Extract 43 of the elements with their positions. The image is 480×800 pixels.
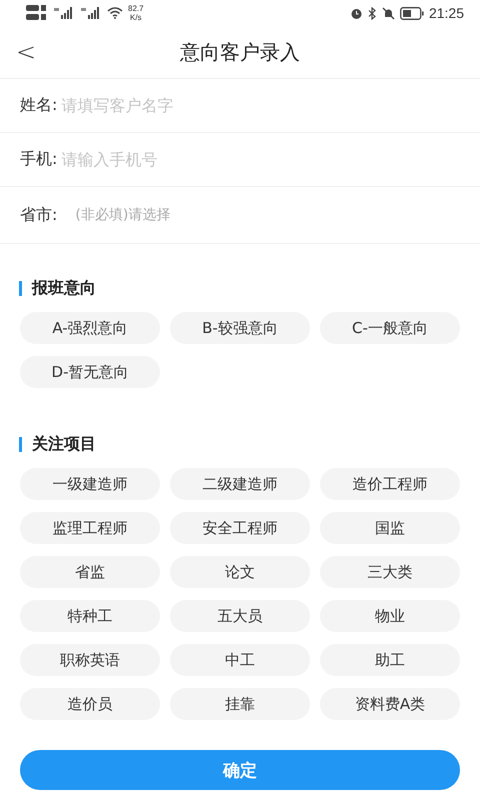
region-picker[interactable]: (非必填)请选择 bbox=[75, 205, 460, 225]
back-button[interactable]: < bbox=[10, 36, 42, 68]
bluetooth-icon bbox=[368, 6, 377, 20]
option-chip[interactable]: 造价工程师 bbox=[320, 468, 460, 500]
option-chip[interactable]: 论文 bbox=[170, 556, 310, 588]
section-title: 关注项目 bbox=[32, 434, 96, 454]
signal-icon bbox=[80, 7, 102, 19]
field-label: 手机: bbox=[20, 149, 58, 170]
option-chip[interactable]: 助工 bbox=[320, 644, 460, 676]
option-chip[interactable]: 三大类 bbox=[320, 556, 460, 588]
sim-icon bbox=[26, 4, 48, 22]
input-field[interactable]: 请输入手机号 bbox=[61, 148, 460, 171]
option-chip[interactable]: 物业 bbox=[320, 600, 460, 632]
option-chip[interactable]: 省监 bbox=[20, 556, 160, 588]
wifi-icon bbox=[107, 7, 123, 19]
field-label: 姓名: bbox=[20, 95, 58, 116]
option-chip[interactable]: A-强烈意向 bbox=[20, 312, 160, 344]
option-chip[interactable]: D-暂无意向 bbox=[20, 356, 160, 388]
option-chip[interactable]: C-一般意向 bbox=[320, 312, 460, 344]
option-chip[interactable]: 职称英语 bbox=[20, 644, 160, 676]
option-chip[interactable]: 特种工 bbox=[20, 600, 160, 632]
battery-icon bbox=[400, 6, 424, 20]
clock-time: 21:25 bbox=[428, 5, 464, 21]
option-chip[interactable]: 监理工程师 bbox=[20, 512, 160, 544]
speed-unit: K/s bbox=[130, 13, 142, 22]
option-chip[interactable]: 五大员 bbox=[170, 600, 310, 632]
option-chip[interactable]: B-较强意向 bbox=[170, 312, 310, 344]
network-speed: 82.7 bbox=[128, 4, 144, 13]
option-chip[interactable]: 挂靠 bbox=[170, 688, 310, 720]
option-chip[interactable]: 安全工程师 bbox=[170, 512, 310, 544]
option-chip[interactable]: 一级建造师 bbox=[20, 468, 160, 500]
option-chip[interactable]: 造价员 bbox=[20, 688, 160, 720]
page-title: 意向客户录入 bbox=[180, 38, 300, 66]
option-chip[interactable]: 二级建造师 bbox=[170, 468, 310, 500]
signal-icon bbox=[53, 7, 75, 19]
option-chip[interactable]: 国监 bbox=[320, 512, 460, 544]
input-field[interactable]: 请填写客户名字 bbox=[61, 94, 460, 117]
option-chip[interactable]: 中工 bbox=[170, 644, 310, 676]
muted-bell-icon bbox=[382, 6, 395, 20]
option-chip[interactable]: 资料费A类 bbox=[320, 688, 460, 720]
field-label: 省市: bbox=[20, 204, 58, 226]
alarm-icon bbox=[350, 6, 363, 20]
section-title: 报班意向 bbox=[32, 278, 96, 298]
